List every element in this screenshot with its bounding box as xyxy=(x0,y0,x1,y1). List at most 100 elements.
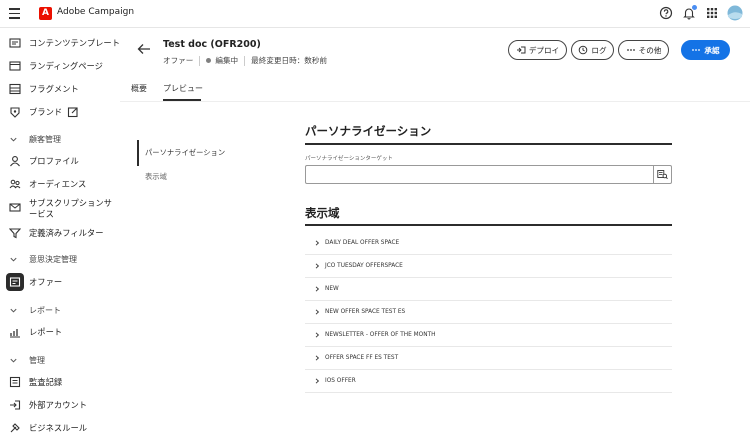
audience-icon xyxy=(9,179,21,189)
select-list-icon xyxy=(657,170,668,180)
placement-label: IOS OFFER xyxy=(325,378,356,384)
subscription-icon xyxy=(9,203,21,212)
placements-heading: 表示域 xyxy=(305,206,340,220)
back-arrow-icon[interactable] xyxy=(137,43,151,55)
deploy-button[interactable]: デプロイ xyxy=(508,40,567,60)
target-input[interactable] xyxy=(305,165,654,184)
list-item[interactable]: NEWSLETTER - OFFER OF THE MONTH xyxy=(305,324,672,347)
sidebar: コンテンツテンプレート ランディングページ フラグメント ブランド 顧客管理 プ… xyxy=(0,28,120,446)
sidebar-item-offers[interactable]: オファー xyxy=(9,273,62,291)
sidebar-item-label: 監査記録 xyxy=(29,377,63,387)
filter-icon xyxy=(9,228,21,239)
list-item[interactable]: IOS OFFER xyxy=(305,370,672,393)
list-item[interactable]: OFFER SPACE FF ES TEST xyxy=(305,347,672,370)
section-decision-management[interactable]: 意思決定管理 xyxy=(9,251,77,267)
placement-label: NEW xyxy=(325,286,339,292)
more-button[interactable]: その他 xyxy=(618,40,669,60)
sidebar-item-landing-pages[interactable]: ランディングページ xyxy=(9,57,103,75)
placement-label: JCO TUESDAY OFFERSPACE xyxy=(325,263,403,269)
subnav-active-indicator xyxy=(137,140,139,166)
last-modified: 最終変更日時：数秒前 xyxy=(251,56,328,65)
log-label: ログ xyxy=(591,45,607,55)
apps-grid-icon[interactable] xyxy=(705,6,719,20)
sidebar-item-label: プロファイル xyxy=(29,156,79,166)
sidebar-item-fragments[interactable]: フラグメント xyxy=(9,80,79,98)
more-icon xyxy=(626,49,635,51)
section-label: 顧客管理 xyxy=(29,134,61,144)
tab-overview[interactable]: 概要 xyxy=(131,83,147,94)
approve-button[interactable]: 承認 xyxy=(681,40,730,60)
landing-page-icon xyxy=(9,61,21,71)
adobe-logo-icon: A xyxy=(39,7,52,20)
sidebar-item-label: ビジネスルール xyxy=(29,423,88,433)
sidebar-item-label: オファー xyxy=(29,277,63,287)
sidebar-item-external-accounts[interactable]: 外部アカウント xyxy=(9,396,87,414)
external-account-icon xyxy=(10,400,21,410)
target-picker-button[interactable] xyxy=(653,165,672,184)
help-icon[interactable] xyxy=(659,6,673,20)
top-bar: A Adobe Campaign xyxy=(0,0,750,28)
sidebar-item-label: ブランド xyxy=(29,107,63,117)
sidebar-item-business-rules[interactable]: ビジネスルール xyxy=(9,419,87,437)
chevron-right-icon xyxy=(315,240,320,246)
deploy-label: デプロイ xyxy=(528,45,560,55)
deploy-icon xyxy=(516,46,526,54)
sidebar-item-label: レポート xyxy=(29,327,63,337)
sidebar-item-label: 定義済みフィルター xyxy=(29,228,104,238)
menu-icon[interactable] xyxy=(9,8,20,19)
section-reports[interactable]: レポート xyxy=(9,302,61,318)
page-title: Test doc (OFR200) xyxy=(163,39,261,50)
sidebar-item-brands[interactable]: ブランド xyxy=(9,103,87,121)
notification-badge xyxy=(691,4,698,11)
chevron-right-icon xyxy=(315,286,320,292)
sidebar-item-subscriptions[interactable]: サブスクリプションサ ービス xyxy=(9,196,112,224)
offer-icon xyxy=(9,277,21,287)
active-tab-indicator xyxy=(163,99,201,101)
sidebar-item-label: オーディエンス xyxy=(29,179,87,189)
section-customers[interactable]: 顧客管理 xyxy=(9,131,61,147)
sidebar-item-reports[interactable]: レポート xyxy=(9,323,62,341)
section-label: レポート xyxy=(29,305,61,315)
sidebar-item-label: ランディングページ xyxy=(29,61,103,71)
sidebar-item-audiences[interactable]: オーディエンス xyxy=(9,175,86,193)
subnav-personalization[interactable]: パーソナライゼーション xyxy=(145,148,225,158)
sidebar-item-audit-trail[interactable]: 監査記録 xyxy=(9,373,62,391)
profile-icon xyxy=(10,156,20,167)
sidebar-item-profiles[interactable]: プロファイル xyxy=(9,152,79,170)
heading-rule xyxy=(305,143,672,145)
app-name: Adobe Campaign xyxy=(57,7,135,17)
object-type: オファー xyxy=(163,56,194,65)
main-content: Test doc (OFR200) オファー 編集中 最終変更日時：数秒前 デプ… xyxy=(120,28,750,446)
approve-label: 承認 xyxy=(704,45,720,55)
divider xyxy=(244,55,246,66)
list-item[interactable]: JCO TUESDAY OFFERSPACE xyxy=(305,255,672,278)
more-label: その他 xyxy=(638,45,662,55)
brand-icon xyxy=(10,107,20,118)
list-item[interactable]: DAILY DEAL OFFER SPACE xyxy=(305,232,672,255)
chevron-down-icon xyxy=(10,257,17,262)
sidebar-item-content-templates[interactable]: コンテンツテンプレート xyxy=(9,34,120,52)
section-administration[interactable]: 管理 xyxy=(9,352,45,368)
list-item[interactable]: NEW OFFER SPACE TEST ES xyxy=(305,301,672,324)
chevron-right-icon xyxy=(315,332,320,338)
heading-rule xyxy=(305,224,672,226)
tab-preview[interactable]: プレビュー xyxy=(163,83,203,94)
status-dot xyxy=(206,58,212,63)
target-label: パーソナライゼーションターゲット xyxy=(305,156,393,162)
more-icon xyxy=(692,49,701,51)
chevron-down-icon xyxy=(10,308,17,313)
sidebar-item-predefined-filters[interactable]: 定義済みフィルター xyxy=(9,224,104,242)
placement-label: OFFER SPACE FF ES TEST xyxy=(325,355,399,361)
chevron-right-icon xyxy=(315,378,320,384)
placement-label: DAILY DEAL OFFER SPACE xyxy=(325,240,400,246)
list-item[interactable]: NEW xyxy=(305,278,672,301)
sidebar-item-label: フラグメント xyxy=(29,84,79,94)
log-button[interactable]: ログ xyxy=(571,40,614,60)
external-link-icon xyxy=(68,107,78,118)
audit-icon xyxy=(9,376,21,388)
subnav-placements[interactable]: 表示域 xyxy=(145,172,167,182)
avatar[interactable] xyxy=(727,5,743,21)
sidebar-item-label: サブスクリプションサ xyxy=(29,198,112,208)
placement-label: NEW OFFER SPACE TEST ES xyxy=(325,309,406,315)
chevron-right-icon xyxy=(315,263,320,269)
